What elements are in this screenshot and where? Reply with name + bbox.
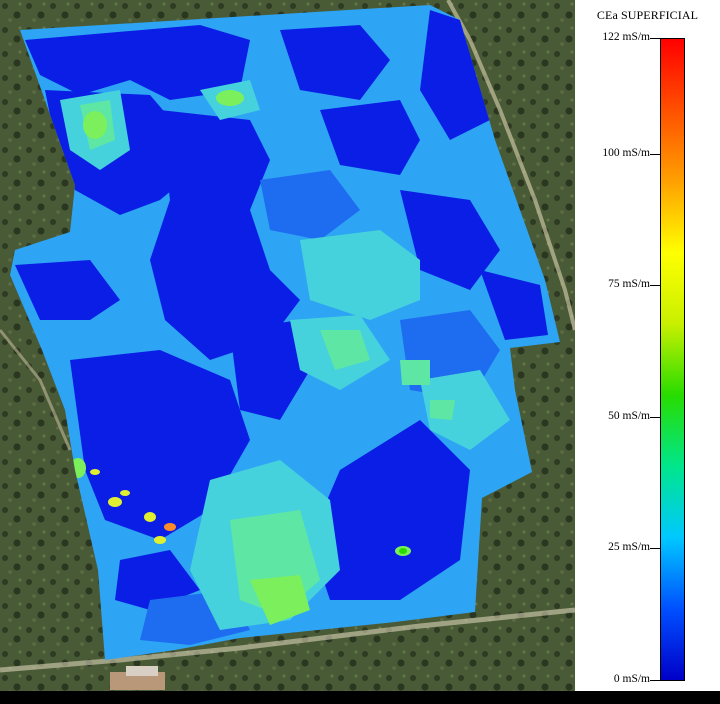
legend-tick-mark (650, 153, 660, 155)
legend-tick-label: 0 mS/m (613, 673, 650, 685)
map-canvas (0, 0, 575, 691)
bottom-border (0, 691, 720, 704)
farm-building-roof (126, 666, 158, 676)
legend-tick-mark (650, 680, 660, 681)
legend-tick-label: 100 mS/m (602, 146, 650, 159)
legend-tick-mark (650, 416, 660, 418)
legend-tick-label: 50 mS/m (608, 409, 650, 422)
conductivity-map[interactable] (0, 0, 575, 691)
legend-title: CEa SUPERFICIAL (596, 8, 699, 22)
legend-color-bar (660, 38, 685, 681)
legend-tick-label: 75 mS/m (608, 278, 650, 291)
legend-tick-mark (650, 38, 660, 39)
legend-tick-label: 122 mS/m (602, 31, 650, 43)
legend-tick-mark (650, 285, 660, 287)
legend-tick-mark (650, 548, 660, 550)
color-legend: CEa SUPERFICIAL 122 mS/m 100 mS/m 75 mS/m 5… (575, 0, 720, 691)
legend-tick-label: 25 mS/m (608, 541, 650, 554)
